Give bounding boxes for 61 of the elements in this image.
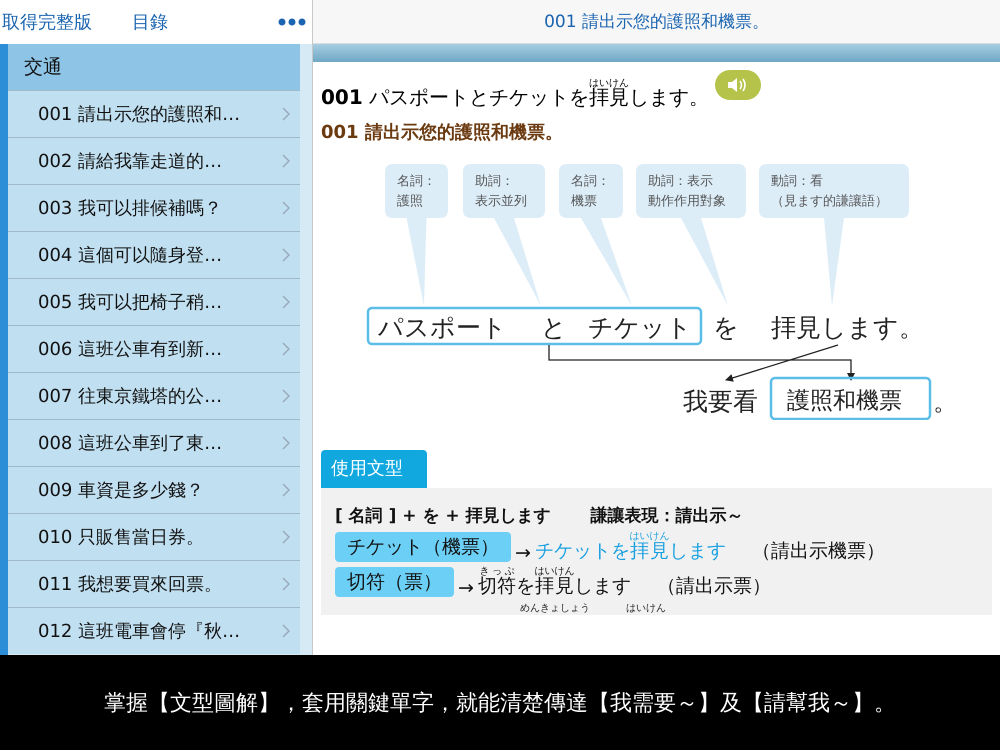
caption-text: 掌握【文型圖解】，套用關鍵單字，就能清楚傳達【我需要～】及【請幫我～】。 bbox=[0, 655, 1000, 750]
toolbar-link[interactable]: 目錄 bbox=[132, 10, 168, 34]
bubble-label: 助詞：表示 bbox=[648, 174, 713, 189]
toolbar-link[interactable]: 取得完整版 bbox=[2, 10, 92, 34]
chevron-icon bbox=[282, 107, 290, 121]
pattern-meaning: 謙讓表現：請出示～ bbox=[590, 505, 744, 527]
lesson-list-item[interactable]: 005 我可以把椅子稍… bbox=[8, 278, 300, 325]
example-translation: （請出示機票） bbox=[752, 539, 885, 564]
bubble-label: 表示並列 bbox=[475, 194, 527, 209]
meaning-text: 我要看 bbox=[683, 387, 758, 416]
meaning-text: 護照和機票 bbox=[787, 388, 902, 414]
vocabulary-chip: 切符（票） bbox=[335, 567, 454, 597]
bubble-label: 名詞： bbox=[571, 174, 610, 189]
lesson-list-item[interactable]: 001 請出示您的護照和… bbox=[8, 90, 300, 137]
bubble-label: （見ます的謙讓語） bbox=[771, 194, 888, 209]
bubble-label: 助詞： bbox=[475, 174, 514, 189]
lesson-list-item[interactable]: 010 只販售當日券。 bbox=[8, 513, 300, 560]
japanese-word: と bbox=[541, 313, 567, 342]
chevron-icon bbox=[282, 201, 290, 215]
chevron-icon bbox=[282, 624, 290, 638]
chevron-icon bbox=[282, 295, 290, 309]
bubble-label: 動作作用對象 bbox=[648, 194, 726, 209]
bubble-label: 動詞：看 bbox=[771, 174, 823, 189]
chevron-icon bbox=[282, 436, 290, 450]
punctuation: 。 bbox=[933, 387, 958, 416]
chevron-icon bbox=[282, 530, 290, 544]
furigana-text: はいけん bbox=[626, 602, 666, 615]
bubble-label: 護照 bbox=[397, 194, 423, 209]
arrow-text: → bbox=[458, 577, 474, 599]
japanese-word: チケット bbox=[588, 313, 692, 342]
translation-text: 001 請出示您的護照和機票。 bbox=[321, 121, 564, 144]
bubble-label: 機票 bbox=[571, 194, 597, 209]
lesson-list-item[interactable]: 009 車資是多少錢？ bbox=[8, 466, 300, 513]
chevron-icon bbox=[282, 483, 290, 497]
japanese-word: を bbox=[713, 313, 739, 342]
lesson-list-item[interactable]: 004 這個可以隨身登… bbox=[8, 231, 300, 278]
japanese-word: パスポート bbox=[378, 313, 507, 342]
chevron-icon bbox=[282, 154, 290, 168]
chevron-icon bbox=[282, 577, 290, 591]
example-translation: （請出示票） bbox=[656, 574, 771, 599]
lesson-list-item[interactable]: 006 這班公車有到新… bbox=[8, 325, 300, 372]
bubble-label: 名詞： bbox=[397, 174, 436, 189]
chevron-icon bbox=[282, 248, 290, 262]
lesson-list-item[interactable]: 008 這班公車到了東… bbox=[8, 419, 300, 466]
lesson-list-item[interactable]: 002 請給我靠走道的… bbox=[8, 137, 300, 184]
example-sentence: 切符 きっぷ を拝見 はいけん します bbox=[478, 566, 631, 599]
chevron-icon bbox=[282, 389, 290, 403]
furigana-text: めんきょしょう bbox=[520, 602, 590, 615]
japanese-word: 拝見します。 bbox=[771, 313, 924, 342]
lesson-list-item[interactable]: 012 這班電車會停『秋… bbox=[8, 607, 300, 654]
section-header: 交通 bbox=[8, 44, 300, 90]
lesson-list-item[interactable]: 007 往東京鐵塔的公… bbox=[8, 372, 300, 419]
pattern-formula: [ 名詞 ] + を + 拝見します bbox=[335, 505, 551, 527]
lesson-list-item[interactable]: 003 我可以排候補嗎？ bbox=[8, 184, 300, 231]
more-icon[interactable] bbox=[278, 18, 306, 26]
example-sentence: チケットを拝見 はいけん します bbox=[534, 531, 726, 564]
lesson-list-item[interactable]: 011 我想要買來回票。 bbox=[8, 560, 300, 607]
arrow-text: → bbox=[515, 542, 531, 564]
vocabulary-chip: チケット（機票） bbox=[335, 532, 511, 562]
chevron-icon bbox=[282, 342, 290, 356]
page-title: 001 請出示您的護照和機票。 bbox=[544, 11, 769, 33]
